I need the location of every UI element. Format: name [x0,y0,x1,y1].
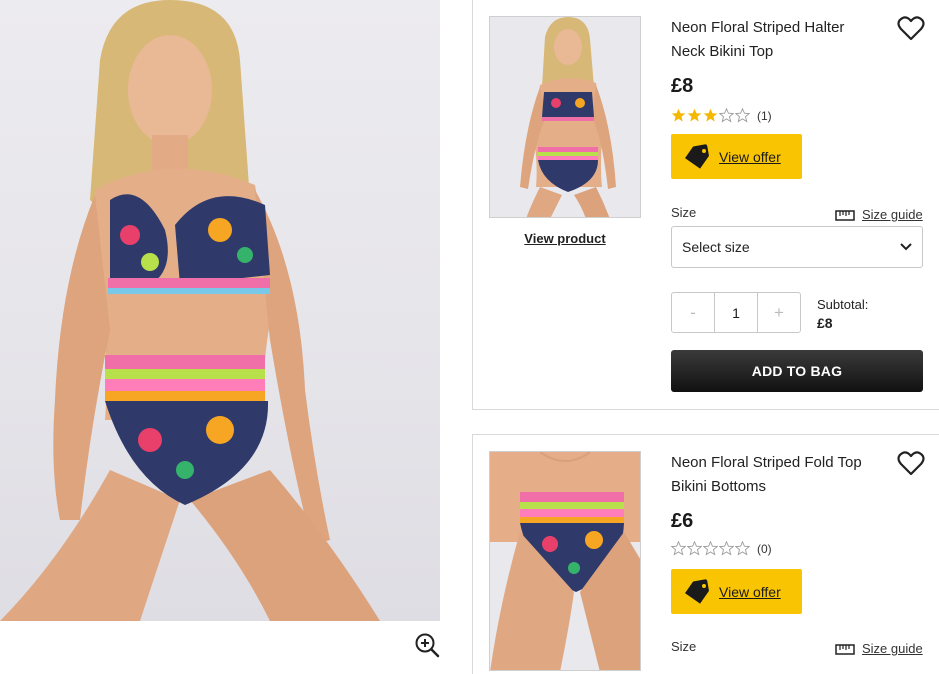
price-tag-icon [685,143,709,169]
product-card-bikini-bottoms: Neon Floral Striped Fold Top Bikini Bott… [472,434,939,674]
star-rating: (0) [671,541,772,556]
subtotal-value: £8 [817,315,833,331]
star-icon [719,541,734,556]
size-label: Size [671,639,697,654]
review-count[interactable]: (1) [757,109,772,123]
star-icon [687,108,702,122]
size-guide-link[interactable]: Size guide [835,207,923,222]
star-rating: (1) [671,108,772,123]
size-guide-label: Size guide [862,207,923,222]
star-icon [703,541,718,556]
view-offer-label: View offer [719,148,781,165]
main-product-image [0,0,440,621]
product-price: £6 [671,510,694,532]
quantity-increase-button[interactable]: + [758,293,800,332]
size-select-value: Select size [682,239,750,255]
chevron-down-icon [900,243,912,251]
quantity-input[interactable]: 1 [714,293,758,332]
size-select[interactable]: Select size [671,226,923,268]
product-title[interactable]: Neon Floral Striped Halter Neck Bikini T… [671,16,871,64]
size-guide-label: Size guide [862,641,923,656]
quantity-stepper: - 1 + [671,292,801,333]
size-label: Size [671,205,697,220]
star-icon [687,541,702,556]
star-icon [671,108,686,122]
product-price: £8 [671,75,694,97]
heart-icon[interactable] [897,16,925,42]
heart-icon[interactable] [897,451,925,477]
price-tag-icon [685,578,709,604]
model-photo [0,0,380,621]
ruler-icon [835,209,855,221]
product-card-bikini-top: View product Neon Floral Striped Halter … [472,0,939,410]
product-title[interactable]: Neon Floral Striped Fold Top Bikini Bott… [671,451,871,499]
view-offer-label: View offer [719,583,781,600]
quantity-decrease-button[interactable]: - [672,293,714,332]
size-guide-link[interactable]: Size guide [835,641,923,656]
star-icon [735,108,750,123]
view-offer-button[interactable]: View offer [671,569,802,614]
view-offer-button[interactable]: View offer [671,134,802,179]
product-thumbnail[interactable] [489,16,641,218]
star-icon [719,108,734,123]
view-product-link[interactable]: View product [489,231,641,246]
product-thumbnail[interactable] [489,451,641,671]
star-icon [703,108,718,122]
add-to-bag-button[interactable]: ADD TO BAG [671,350,923,392]
subtotal-label: Subtotal: [817,297,869,312]
ruler-icon [835,643,855,655]
review-count[interactable]: (0) [757,542,772,556]
star-icon [735,541,750,556]
zoom-in-icon[interactable] [414,632,440,658]
subtotal: Subtotal: £8 [817,296,868,332]
star-icon [671,541,686,556]
